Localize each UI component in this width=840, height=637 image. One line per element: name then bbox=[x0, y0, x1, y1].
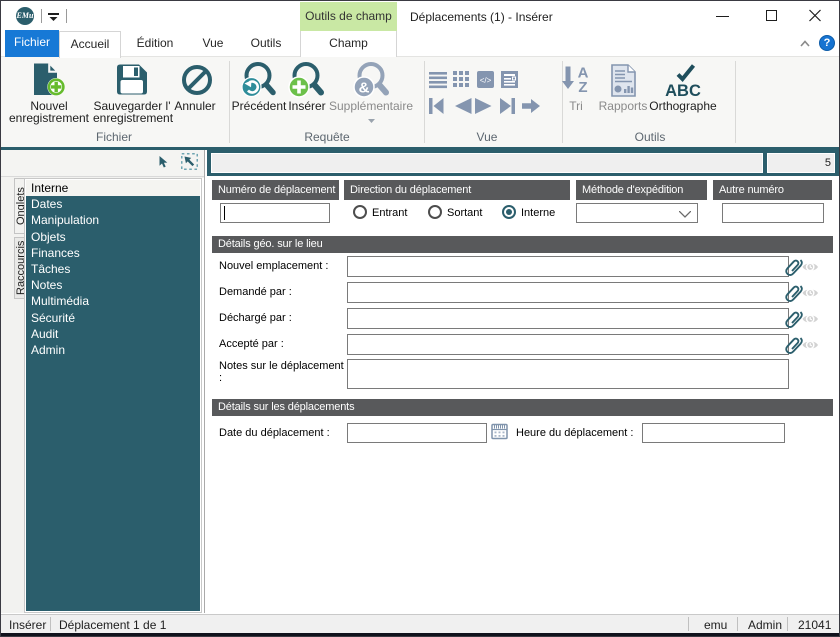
svg-text:&: & bbox=[359, 79, 370, 96]
svg-text:Z: Z bbox=[578, 79, 587, 96]
svg-text:ABC: ABC bbox=[665, 82, 701, 100]
svg-text:</>: </> bbox=[480, 76, 492, 85]
